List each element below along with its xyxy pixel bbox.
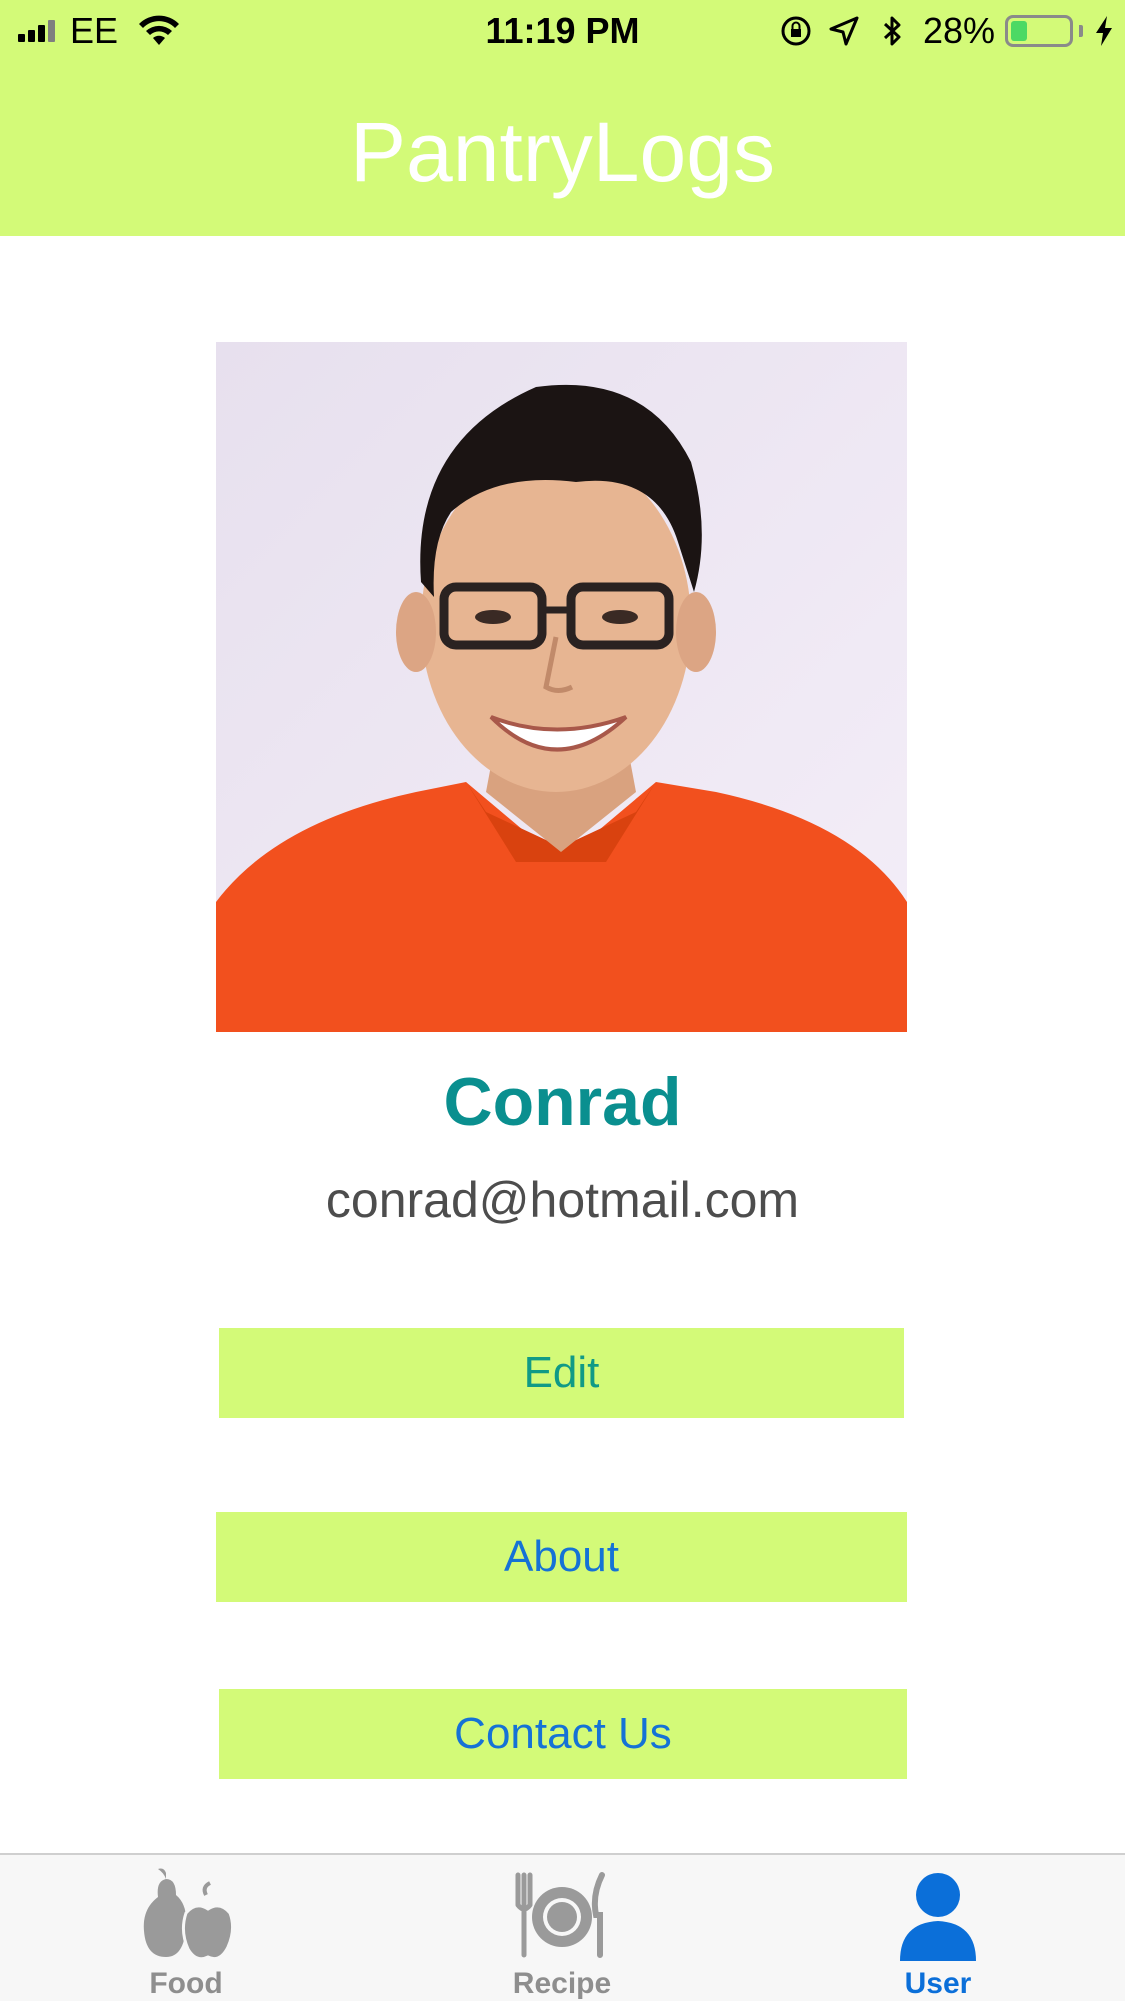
charging-icon xyxy=(1096,16,1112,46)
tab-recipe[interactable]: Recipe xyxy=(462,1855,662,2001)
app-title: PantryLogs xyxy=(350,105,775,199)
header-bar: EE 11:19 PM 28% PantryLogs xyxy=(0,0,1125,236)
tab-recipe-label: Recipe xyxy=(512,1967,612,2000)
user-name: Conrad xyxy=(443,1064,682,1140)
status-bar: EE 11:19 PM 28% xyxy=(0,0,1125,62)
status-right: 28% xyxy=(779,10,1115,52)
tab-user-label: User xyxy=(904,1967,972,2000)
avatar xyxy=(216,342,907,1032)
contact-us-button[interactable]: Contact Us xyxy=(219,1689,907,1779)
recipe-icon xyxy=(515,1872,605,1958)
battery-icon xyxy=(1005,15,1073,47)
food-icon xyxy=(143,1868,235,1961)
edit-button[interactable]: Edit xyxy=(219,1328,904,1418)
battery-nub xyxy=(1079,25,1083,37)
tab-user[interactable]: User xyxy=(838,1855,1038,2001)
tab-food-label: Food xyxy=(149,1967,223,2000)
battery-level xyxy=(1011,21,1027,41)
profile-photo xyxy=(216,342,907,1032)
orientation-lock-icon xyxy=(781,16,811,46)
user-icon xyxy=(900,1873,976,1961)
user-screen: EE 11:19 PM 28% PantryLogs Conrad conrad… xyxy=(0,0,1125,2001)
tab-bar: Food Recipe User xyxy=(0,1853,1125,2001)
location-icon xyxy=(829,16,859,46)
tab-food[interactable]: Food xyxy=(86,1855,286,2001)
battery-percent: 28% xyxy=(922,10,995,51)
user-email: conrad@hotmail.com xyxy=(325,1172,800,1228)
about-button[interactable]: About xyxy=(216,1512,907,1602)
bluetooth-icon xyxy=(883,16,901,46)
